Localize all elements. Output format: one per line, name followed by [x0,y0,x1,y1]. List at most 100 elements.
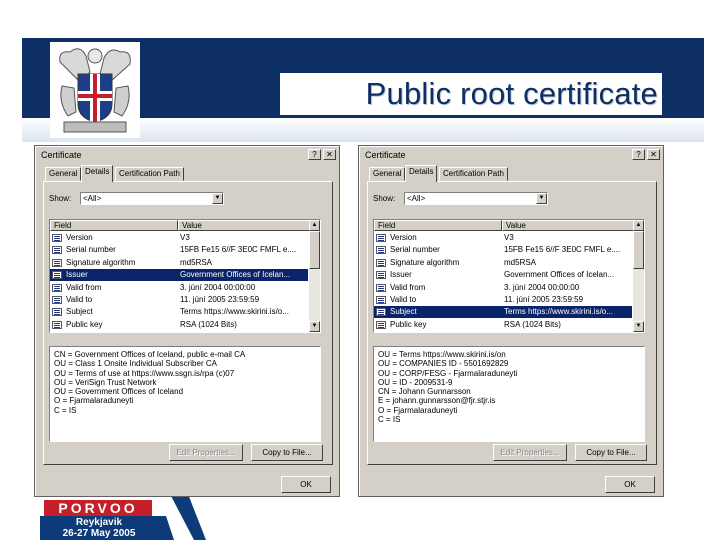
detail-line: CN = Government Offices of Iceland, publ… [54,350,246,359]
fields-list[interactable]: Field Value Version V3 Serial number 15FB Fe1… [373,219,645,333]
list-item[interactable]: Signature algorithm md5RSA [374,257,632,269]
certificate-field-icon [376,234,386,242]
column-header-value[interactable]: Value [178,220,310,231]
tab-certification-path[interactable]: Certification Path [115,167,184,181]
field-value: 11. júní 2005 23:59:59 [504,295,584,304]
field-value: V3 [504,233,514,242]
detail-line: O = Fjarmalaraduneyti [54,396,134,406]
column-header-value[interactable]: Value [502,220,634,231]
help-button[interactable]: ? [632,149,645,160]
field-name: Valid to [66,295,93,304]
field-name: Signature algorithm [390,257,460,267]
field-name: Version [66,233,93,242]
field-name: Issuer [390,270,412,280]
help-button[interactable]: ? [308,149,321,160]
iceland-coat-of-arms-icon [50,42,140,138]
field-detail-box[interactable]: OU = Terms https://www.skirini.is/on OU =… [373,346,645,442]
field-value: md5RSA [180,257,213,267]
list-item[interactable]: Valid to 11. júní 2005 23:59:59 [374,294,632,306]
ok-button[interactable]: OK [605,476,655,493]
edit-properties-button[interactable]: Edit Properties... [493,444,567,461]
list-item[interactable]: Subject Terms https://www.skirini.is/o... [374,306,632,319]
detail-line: OU = Class 1 Onsite Individual Subscribe… [54,359,217,369]
tab-details[interactable]: Details [81,165,114,182]
detail-line: OU = VeriSign Trust Network [54,377,157,387]
list-item[interactable]: Serial number 15FB Fe15 6//F 3E0C FMFL e.… [50,244,308,256]
list-item[interactable]: Issuer Government Offices of Icelan... [50,269,308,282]
fields-list[interactable]: Field Value Version V3 Serial number 15FB Fe1… [49,219,321,333]
certificate-dialog: Certificate? ✕ General Details Certification… [34,145,340,497]
tab-details[interactable]: Details [405,165,438,182]
field-name: Valid to [390,295,417,304]
show-dropdown[interactable]: <All> ▼ [404,192,548,205]
certificate-field-icon [376,308,386,317]
scroll-down-icon[interactable]: ▼ [309,321,320,332]
ok-button[interactable]: OK [281,476,331,493]
column-header-field[interactable]: Field [50,220,178,231]
field-value: 15FB Fe15 6//F 3E0C FMFL e.... [180,245,297,255]
certificate-field-icon [376,271,386,280]
edit-properties-button[interactable]: Edit Properties... [169,444,243,461]
chevron-down-icon[interactable]: ▼ [536,193,547,204]
field-name: Serial number [390,245,440,255]
certificate-field-icon [52,308,62,317]
scroll-thumb[interactable] [309,231,320,269]
tab-general[interactable]: General [45,167,82,181]
list-item[interactable]: Valid to 11. júní 2005 23:59:59 [50,294,308,306]
list-item[interactable]: Public key RSA (1024 Bits) [50,319,308,331]
detail-line: C = IS [378,415,401,425]
field-value: V3 [180,233,190,242]
field-name: Valid from [390,282,426,292]
field-name: Public key [66,319,103,329]
certificate-field-icon [376,246,386,255]
list-item[interactable]: Public key RSA (1024 Bits) [374,319,632,331]
vertical-scrollbar[interactable]: ▲ ▼ [309,220,320,332]
show-dropdown-value: <All> [83,194,102,203]
logo-stripes-icon [154,494,206,540]
copy-to-file-button[interactable]: Copy to File... [575,444,647,461]
field-detail-box[interactable]: CN = Government Offices of Iceland, publ… [49,346,321,442]
field-value: Terms https://www.skirini.is/o... [180,307,289,317]
certificate-field-icon [52,320,62,329]
detail-line: OU = COMPANIES ID - 5501692829 [378,359,509,369]
copy-to-file-button[interactable]: Copy to File... [251,444,323,461]
detail-line: OU = CORP/FESG - Fjarmalaraduneyti [378,368,518,378]
vertical-scrollbar[interactable]: ▲ ▼ [633,220,644,332]
list-item[interactable]: Version V3 [374,232,632,244]
porvoo-event-logo: PORVOO Reykjavik 26-27 May 2005 [36,494,206,540]
list-item[interactable]: Subject Terms https://www.skirini.is/o... [50,306,308,318]
certificate-field-icon [52,271,62,280]
list-item[interactable]: Valid from 3. júní 2004 00:00:00 [50,282,308,294]
list-item[interactable]: Valid from 3. júní 2004 00:00:00 [374,282,632,294]
show-label: Show: [49,194,72,203]
field-name: Subject [66,307,93,317]
field-value: Government Offices of Icelan... [504,270,615,280]
detail-line: OU = Government Offices of Iceland [54,387,184,397]
tab-certification-path[interactable]: Certification Path [439,167,508,181]
scroll-up-icon[interactable]: ▲ [309,220,320,231]
list-item[interactable]: Signature algorithm md5RSA [50,257,308,269]
logo-porvoo-text: PORVOO [44,500,152,516]
certificate-dialog: Certificate? ✕ General Details Certification… [358,145,664,497]
certificate-field-icon [52,246,62,255]
scroll-up-icon[interactable]: ▲ [633,220,644,231]
list-item[interactable]: Serial number 15FB Fe15 6//F 3E0C FMFL e.… [374,244,632,256]
tab-general[interactable]: General [369,167,406,181]
logo-city-text: Reykjavik [75,517,123,528]
list-item[interactable]: Version V3 [50,232,308,244]
detail-line: O = Fjarmalaraduneyti [378,405,458,415]
field-value: md5RSA [504,257,537,267]
scroll-down-icon[interactable]: ▼ [633,321,644,332]
close-button[interactable]: ✕ [647,149,660,160]
dialog-title: Certificate [365,150,406,160]
show-dropdown[interactable]: <All> ▼ [80,192,224,205]
show-dropdown-value: <All> [407,194,426,203]
close-button[interactable]: ✕ [323,149,336,160]
column-header-field[interactable]: Field [374,220,502,231]
dialog-title: Certificate [41,150,82,160]
list-item[interactable]: Issuer Government Offices of Icelan... [374,269,632,281]
field-name: Version [390,233,417,242]
dialog-title-bar: Certificate? ✕ [361,148,661,162]
chevron-down-icon[interactable]: ▼ [212,193,223,204]
scroll-thumb[interactable] [633,231,644,269]
